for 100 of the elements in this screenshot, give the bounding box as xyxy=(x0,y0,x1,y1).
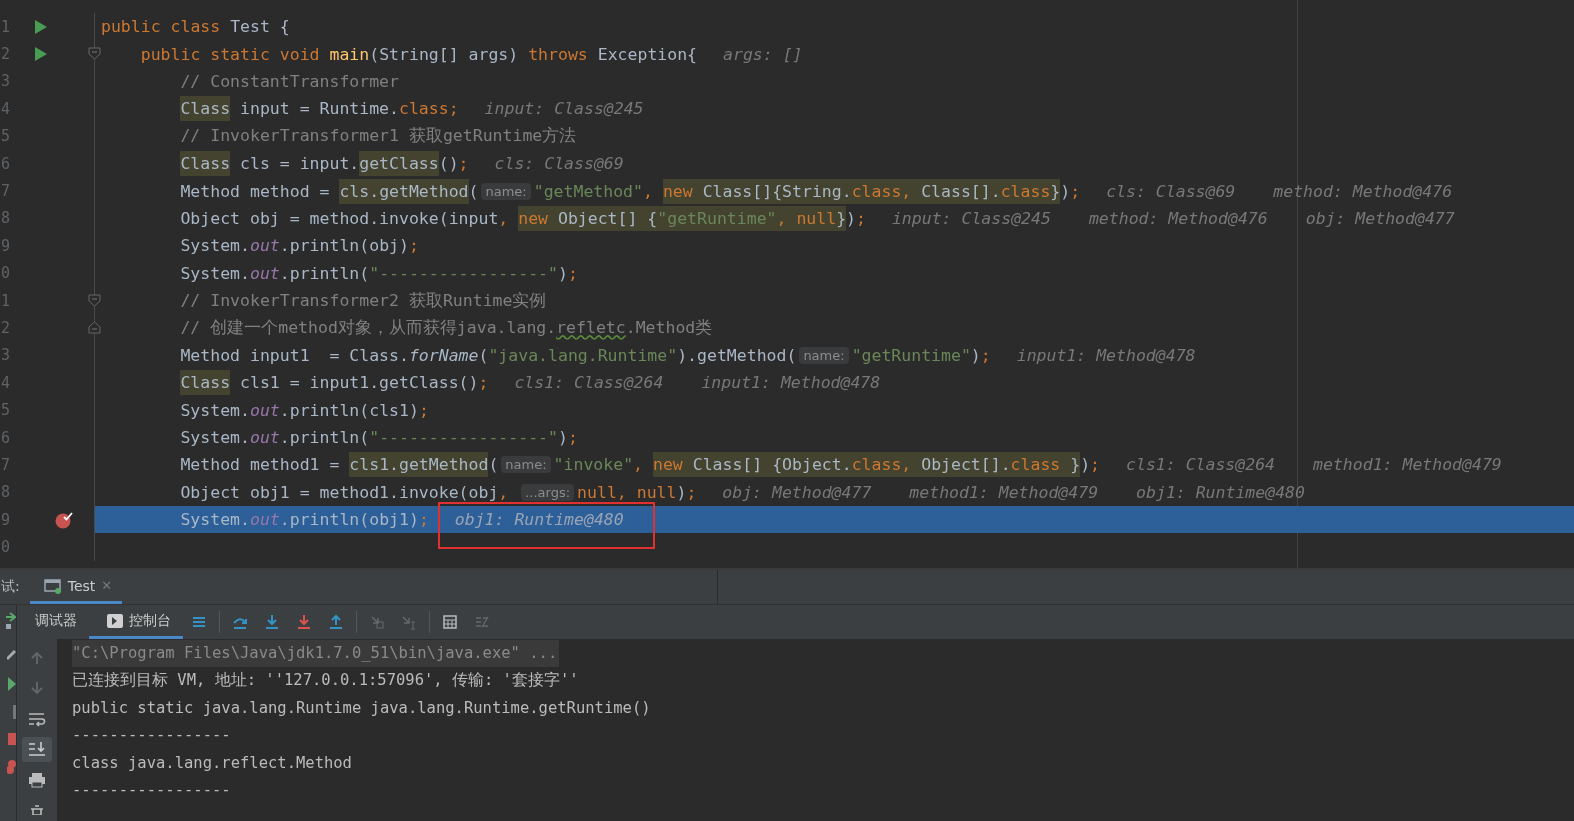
line-number: 7 xyxy=(0,455,12,474)
code-text: // InvokerTransformer1 获取getRuntime方法 xyxy=(180,125,577,148)
code-text: Method method1 = xyxy=(180,455,341,475)
line-number: 6 xyxy=(0,154,12,173)
drop-frame-icon xyxy=(369,614,385,630)
highlighted-code: new Class[] {Object.class, Object[].class } xyxy=(652,452,1081,478)
fold-icon[interactable] xyxy=(88,321,101,335)
inline-value: method1: Method@479 xyxy=(909,482,1099,502)
inline-value: input: Class@245 xyxy=(484,99,644,119)
inline-value: cls1: Class@264 xyxy=(514,373,664,393)
line-number: 5 xyxy=(0,127,12,146)
step-out-icon xyxy=(328,614,344,630)
line-number: 3 xyxy=(0,346,12,365)
line-number: 8 xyxy=(0,483,12,502)
code-text: "getRuntime"); xyxy=(851,345,991,365)
code-text: System.out.println("-----------------"); xyxy=(180,428,578,448)
code-text: "getMethod", xyxy=(533,181,654,201)
highlighted-code: getClass xyxy=(359,151,439,177)
run-icon[interactable] xyxy=(35,19,47,34)
parameter-hint: name: xyxy=(481,182,531,200)
line-number: 0 xyxy=(0,264,12,283)
step-into-icon xyxy=(264,614,280,630)
inline-value: args: [] xyxy=(723,44,803,64)
line-number: 5 xyxy=(0,401,12,420)
inline-value: input: Class@245 xyxy=(891,208,1051,228)
code-text: ( xyxy=(468,181,479,201)
highlighted-code: Class xyxy=(180,151,231,177)
line-number: 1 xyxy=(0,291,12,310)
parameter-hint: name: xyxy=(799,346,849,364)
code-text: Method method = xyxy=(180,181,331,201)
code-text: "invoke", xyxy=(553,455,644,475)
line-number: 4 xyxy=(0,99,12,118)
code-text: Object obj1 = method1.invoke(obj, xyxy=(180,482,510,502)
line-number: 6 xyxy=(0,428,12,447)
code-text: ); xyxy=(846,208,866,228)
code-text: // ConstantTransformer xyxy=(180,71,399,91)
line-number: 2 xyxy=(0,319,12,337)
line-number: 9 xyxy=(0,510,12,529)
line-number: 1 xyxy=(0,17,12,36)
scroll-to-end-button[interactable] xyxy=(22,736,52,762)
code-text: ); xyxy=(1080,455,1101,475)
evaluate-icon xyxy=(442,614,458,630)
window-icon xyxy=(43,577,62,594)
layout-icon xyxy=(191,614,207,630)
up-arrow-icon xyxy=(29,649,45,666)
console-line: 已连接到目标 VM, 地址: ''127.0.0.1:57096', 传输: '套接字'' xyxy=(72,670,579,692)
line-number: 4 xyxy=(0,373,12,392)
inline-value: method1: Method@479 xyxy=(1313,455,1502,475)
printer-icon xyxy=(28,771,46,788)
code-text: cls = input. xyxy=(239,154,360,174)
code-text: public class Test { xyxy=(101,17,290,37)
parameter-hint: name: xyxy=(501,456,551,474)
inline-value: cls: Class@69 xyxy=(494,154,624,174)
inline-value: method: Method@476 xyxy=(1273,181,1453,201)
down-arrow-icon xyxy=(29,680,45,697)
code-text: ); xyxy=(1060,181,1081,201)
line-number: 9 xyxy=(0,236,12,255)
inline-value: cls: Class@69 xyxy=(1106,181,1236,201)
inline-value: obj: Method@477 xyxy=(722,482,872,502)
code-text: // InvokerTransformer2 获取Runtime实例 xyxy=(180,289,547,312)
run-icon[interactable] xyxy=(35,47,47,62)
line-number: 3 xyxy=(0,72,12,91)
inline-value: cls1: Class@264 xyxy=(1126,455,1276,475)
highlighted-code: cls.getMethod xyxy=(339,178,469,204)
inline-value: obj1: Runtime@480 xyxy=(1136,482,1305,502)
code-text: ( xyxy=(488,455,499,475)
console-line: public static java.lang.Runtime java.lang.Runtime.getRuntime() xyxy=(72,697,651,719)
breakpoint-icon[interactable] xyxy=(55,510,73,529)
code-text: System.out.println(obj); xyxy=(180,236,419,256)
code-text: System.out.println("-----------------"); xyxy=(180,263,578,283)
breakpoints-icon[interactable] xyxy=(7,759,16,775)
code-text: Object obj = method.invoke(input, xyxy=(180,208,510,228)
soft-wrap-icon xyxy=(28,710,46,727)
highlighted-code: new Object[] {"getRuntime", null} xyxy=(518,205,847,231)
line-number: 8 xyxy=(0,209,12,228)
line-number: 2 xyxy=(0,45,12,64)
fold-icon[interactable] xyxy=(88,293,101,307)
line-number: 0 xyxy=(0,538,12,557)
inline-value: input1: Method@478 xyxy=(701,373,881,393)
inline-value: obj: Method@477 xyxy=(1305,208,1455,228)
console-line: ----------------- xyxy=(72,779,231,801)
inline-value: input1: Method@478 xyxy=(1016,345,1196,365)
highlighted-code: Class xyxy=(180,370,231,396)
highlighted-code: cls1.getMethod xyxy=(349,452,489,478)
inline-value: method: Method@476 xyxy=(1088,208,1268,228)
highlighted-code: Class xyxy=(180,96,231,122)
parameter-hint: ...args: xyxy=(521,483,575,501)
code-text: (); xyxy=(438,154,469,174)
console-line: ----------------- xyxy=(72,725,231,747)
fold-icon[interactable] xyxy=(88,47,101,61)
line-number: 7 xyxy=(0,182,12,201)
console-line: class java.lang.reflect.Method xyxy=(72,752,352,774)
code-text: public static void main(String[] args) throws Exception{ xyxy=(140,44,698,64)
scroll-to-end-icon xyxy=(28,741,46,758)
code-text: cls1 = input1.getClass(); xyxy=(239,373,489,393)
trace-icon xyxy=(474,614,490,630)
code-text: input = Runtime.class; xyxy=(239,99,459,119)
force-step-into-icon xyxy=(296,614,312,630)
code-text: System.out.println(cls1); xyxy=(180,400,429,420)
panel-subtab[interactable]: 调试器 xyxy=(17,605,89,639)
